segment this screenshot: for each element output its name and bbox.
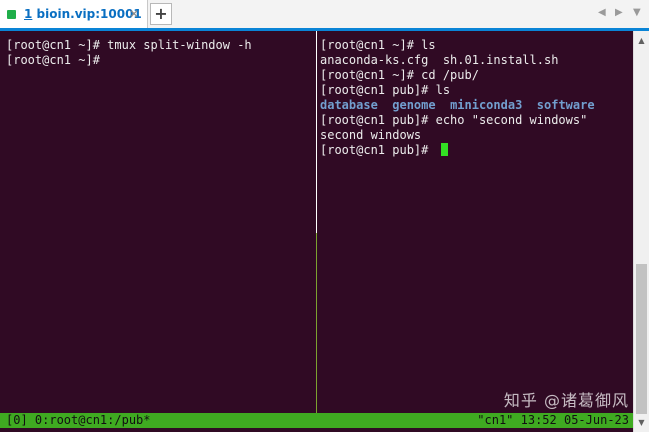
directory-entry: genome: [392, 98, 436, 112]
terminal-line: anaconda-ks.cfg sh.01.install.sh: [320, 53, 559, 67]
ls-output-line: database genome miniconda3 software: [320, 98, 595, 113]
tmux-status-bar: [0] 0:root@cn1:/pub* "cn1" 13:52 05-Jun-…: [0, 413, 633, 428]
connection-status-icon: [7, 10, 16, 19]
terminal-app-window: 1 bioin.vip:10001 ✕ + ◀ ▶ ▼ [root@cn1 ~]…: [0, 0, 649, 432]
new-tab-button[interactable]: +: [150, 3, 172, 25]
chevron-left-icon[interactable]: ◀: [598, 7, 606, 18]
status-session-window: [0] 0:root@cn1:/pub*: [6, 413, 151, 427]
vertical-scrollbar[interactable]: ▲ ▼: [633, 31, 649, 432]
terminal-line: [root@cn1 pub]# echo "second windows": [320, 113, 588, 127]
tmux-pane-right[interactable]: [root@cn1 ~]# ls anaconda-ks.cfg sh.01.i…: [318, 31, 633, 411]
terminal-line: [root@cn1 ~]#: [6, 53, 108, 67]
terminal-cursor: [440, 143, 448, 156]
tab-index: 1: [24, 7, 33, 21]
status-host-time: "cn1" 13:52 05-Jun-23: [477, 413, 629, 427]
scroll-down-icon[interactable]: ▼: [634, 415, 649, 430]
terminal-line: [root@cn1 pub]# ls: [320, 83, 451, 97]
directory-entry: database: [320, 98, 378, 112]
chevron-down-icon[interactable]: ▼: [633, 7, 641, 18]
terminal-line: [root@cn1 ~]# cd /pub/: [320, 68, 479, 82]
scroll-up-icon[interactable]: ▲: [634, 33, 649, 48]
close-icon[interactable]: ✕: [125, 5, 143, 23]
pane-divider: [316, 233, 317, 413]
pane-divider: [316, 31, 317, 233]
directory-entry: software: [536, 98, 595, 112]
terminal-area[interactable]: [root@cn1 ~]# tmux split-window -h [root…: [0, 31, 633, 432]
chevron-right-icon[interactable]: ▶: [615, 7, 623, 18]
prompt-line: [root@cn1 pub]#: [320, 143, 448, 158]
terminal-line: [root@cn1 ~]# tmux split-window -h: [6, 38, 252, 52]
tab-session[interactable]: 1 bioin.vip:10001 ✕: [0, 0, 148, 28]
prompt-text: [root@cn1 pub]#: [320, 143, 436, 157]
watermark: 知乎 @诸葛御风: [503, 391, 629, 410]
terminal-line: second windows: [320, 128, 422, 142]
tab-bar: 1 bioin.vip:10001 ✕ + ◀ ▶ ▼: [0, 0, 649, 31]
directory-entry: miniconda3: [450, 98, 523, 112]
terminal-line: [root@cn1 ~]# ls: [320, 38, 436, 52]
scrollbar-thumb[interactable]: [636, 264, 647, 414]
tmux-pane-left[interactable]: [root@cn1 ~]# tmux split-window -h [root…: [0, 31, 316, 411]
